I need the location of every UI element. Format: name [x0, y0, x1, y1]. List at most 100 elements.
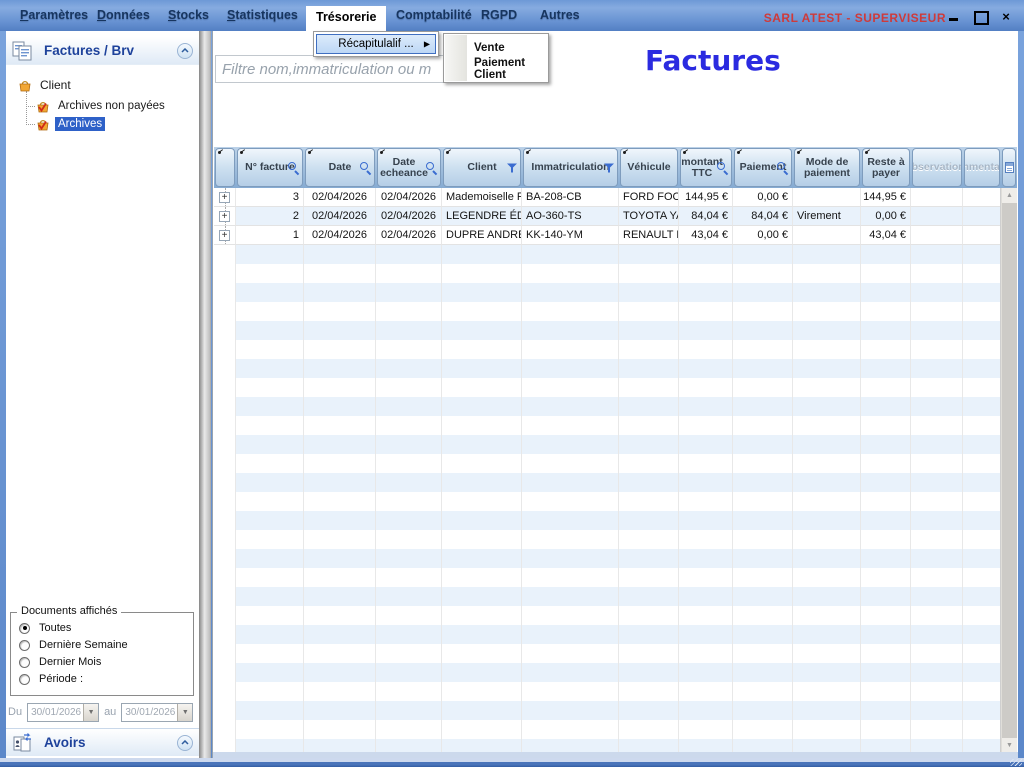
- date-from-combobox[interactable]: 30/01/2026 ▼: [27, 703, 99, 722]
- sidebar-section-avoirs[interactable]: Avoirs: [6, 728, 199, 756]
- expand-cell[interactable]: +: [214, 188, 236, 207]
- menu-autres[interactable]: Autres: [540, 8, 580, 22]
- scroll-down-icon[interactable]: ▼: [1002, 738, 1017, 753]
- table-row[interactable]: + 2 02/04/2026 02/04/2026 LEGENDRE ÉDOI …: [214, 207, 1000, 226]
- radio-periode[interactable]: Période :: [19, 673, 83, 685]
- cell-n-facture[interactable]: 2: [236, 207, 304, 226]
- cell-immatriculation[interactable]: BA-208-CB: [522, 188, 619, 207]
- cell-date[interactable]: 02/04/2026: [304, 188, 376, 207]
- cell-paiement[interactable]: 84,04 €: [733, 207, 793, 226]
- column-header-date-echeance[interactable]: Date echeance: [377, 148, 441, 187]
- column-header-customize[interactable]: [1002, 148, 1016, 187]
- column-header-immatriculation[interactable]: Immatriculation: [523, 148, 618, 187]
- collapse-factures-button[interactable]: [177, 43, 193, 59]
- column-header-client[interactable]: Client: [443, 148, 521, 187]
- radio-icon[interactable]: [19, 657, 30, 668]
- radio-toutes[interactable]: Toutes: [19, 622, 71, 634]
- table-row[interactable]: + 1 02/04/2026 02/04/2026 DUPRE ANDRE KK…: [214, 226, 1000, 245]
- column-header-paiement[interactable]: Paiement: [734, 148, 792, 187]
- search-icon[interactable]: [777, 162, 789, 174]
- expand-cell[interactable]: +: [214, 226, 236, 245]
- column-header-commentaires[interactable]: Commentaires: [964, 148, 1000, 187]
- menuitem-paiement-client[interactable]: Paiement Client: [474, 60, 548, 78]
- expand-icon[interactable]: +: [219, 211, 230, 222]
- cell-montant-ttc[interactable]: 144,95 €: [679, 188, 733, 207]
- filter-funnel-icon[interactable]: [507, 162, 518, 173]
- tree-item-archives[interactable]: Archives: [36, 117, 105, 131]
- expand-icon[interactable]: +: [219, 230, 230, 241]
- cell-date[interactable]: 02/04/2026: [304, 226, 376, 245]
- cell-echeance[interactable]: 02/04/2026: [376, 188, 442, 207]
- collapse-avoirs-button[interactable]: [177, 735, 193, 751]
- menu-comptabilite[interactable]: Comptabilité: [396, 8, 472, 22]
- expand-cell[interactable]: +: [214, 207, 236, 226]
- expand-icon[interactable]: +: [219, 192, 230, 203]
- scroll-up-icon[interactable]: ▲: [1002, 188, 1017, 203]
- column-header-date[interactable]: Date: [305, 148, 375, 187]
- cell-vehicule[interactable]: TOYOTA YAI: [619, 207, 679, 226]
- radio-dernier-mois[interactable]: Dernier Mois: [19, 656, 101, 668]
- minimize-icon[interactable]: [948, 11, 960, 23]
- resize-grip-icon[interactable]: [1010, 759, 1022, 766]
- radio-icon[interactable]: [19, 623, 30, 634]
- cell-immatriculation[interactable]: AO-360-TS: [522, 207, 619, 226]
- radio-derniere-semaine[interactable]: Dernière Semaine: [19, 639, 128, 651]
- column-header-observations[interactable]: Observations: [912, 148, 962, 187]
- cell-immatriculation[interactable]: KK-140-YM: [522, 226, 619, 245]
- column-header-vehicule[interactable]: Véhicule: [620, 148, 678, 187]
- menuitem-vente[interactable]: Vente: [474, 39, 505, 57]
- cell-commentaires[interactable]: [963, 207, 1001, 226]
- cell-client[interactable]: DUPRE ANDRE: [442, 226, 522, 245]
- cell-mode-paiement[interactable]: [793, 188, 861, 207]
- search-icon[interactable]: [717, 162, 729, 174]
- cell-echeance[interactable]: 02/04/2026: [376, 207, 442, 226]
- sidebar-section-factures[interactable]: Factures / Brv: [6, 37, 199, 65]
- filter-funnel-icon[interactable]: [604, 162, 615, 173]
- menu-stocks[interactable]: Stocks: [168, 8, 209, 22]
- column-header-n-facture[interactable]: N° facture: [237, 148, 303, 187]
- column-header-reste-a-payer[interactable]: Reste à payer: [862, 148, 910, 187]
- cell-vehicule[interactable]: FORD FOCU: [619, 188, 679, 207]
- cell-client[interactable]: Mademoiselle PA: [442, 188, 522, 207]
- column-header-montant-ttc[interactable]: montant TTC: [680, 148, 732, 187]
- cell-reste[interactable]: 144,95 €: [861, 188, 911, 207]
- search-icon[interactable]: [288, 162, 300, 174]
- menu-parametres[interactable]: Paramètres: [20, 8, 88, 22]
- cell-n-facture[interactable]: 1: [236, 226, 304, 245]
- tree-item-client[interactable]: Client: [18, 77, 74, 93]
- column-chooser-icon[interactable]: [1005, 162, 1014, 173]
- cell-observations[interactable]: [911, 207, 963, 226]
- cell-commentaires[interactable]: [963, 226, 1001, 245]
- cell-reste[interactable]: 43,04 €: [861, 226, 911, 245]
- column-header-expand[interactable]: [215, 148, 235, 187]
- cell-montant-ttc[interactable]: 84,04 €: [679, 207, 733, 226]
- search-icon[interactable]: [426, 162, 438, 174]
- search-icon[interactable]: [360, 162, 372, 174]
- maximize-icon[interactable]: [974, 11, 986, 23]
- sidebar-scrollbar[interactable]: [199, 31, 211, 758]
- cell-mode-paiement[interactable]: [793, 226, 861, 245]
- table-row[interactable]: + 3 02/04/2026 02/04/2026 Mademoiselle P…: [214, 188, 1000, 207]
- cell-montant-ttc[interactable]: 43,04 €: [679, 226, 733, 245]
- tree-item-archives-non-payees[interactable]: Archives non payées: [36, 99, 168, 113]
- cell-commentaires[interactable]: [963, 188, 1001, 207]
- cell-observations[interactable]: [911, 226, 963, 245]
- cell-date[interactable]: 02/04/2026: [304, 207, 376, 226]
- filter-input[interactable]: [215, 55, 471, 83]
- menu-rgpd[interactable]: RGPD: [481, 8, 517, 22]
- cell-observations[interactable]: [911, 188, 963, 207]
- column-header-mode-paiement[interactable]: Mode de paiement: [794, 148, 860, 187]
- cell-client[interactable]: LEGENDRE ÉDOI: [442, 207, 522, 226]
- menu-donnees[interactable]: Données: [97, 8, 150, 22]
- dropdown-arrow-icon[interactable]: ▼: [83, 704, 98, 721]
- cell-vehicule[interactable]: RENAULT M: [619, 226, 679, 245]
- cell-reste[interactable]: 0,00 €: [861, 207, 911, 226]
- cell-mode-paiement[interactable]: Virement: [793, 207, 861, 226]
- menuitem-recapitulatif[interactable]: Récapitulalif ... ▶: [316, 34, 436, 54]
- menu-statistiques[interactable]: Statistiques: [227, 8, 298, 22]
- date-to-combobox[interactable]: 30/01/2026 ▼: [121, 703, 193, 722]
- menu-tresorerie[interactable]: Trésorerie: [306, 6, 386, 31]
- cell-paiement[interactable]: 0,00 €: [733, 188, 793, 207]
- cell-paiement[interactable]: 0,00 €: [733, 226, 793, 245]
- radio-icon[interactable]: [19, 640, 30, 651]
